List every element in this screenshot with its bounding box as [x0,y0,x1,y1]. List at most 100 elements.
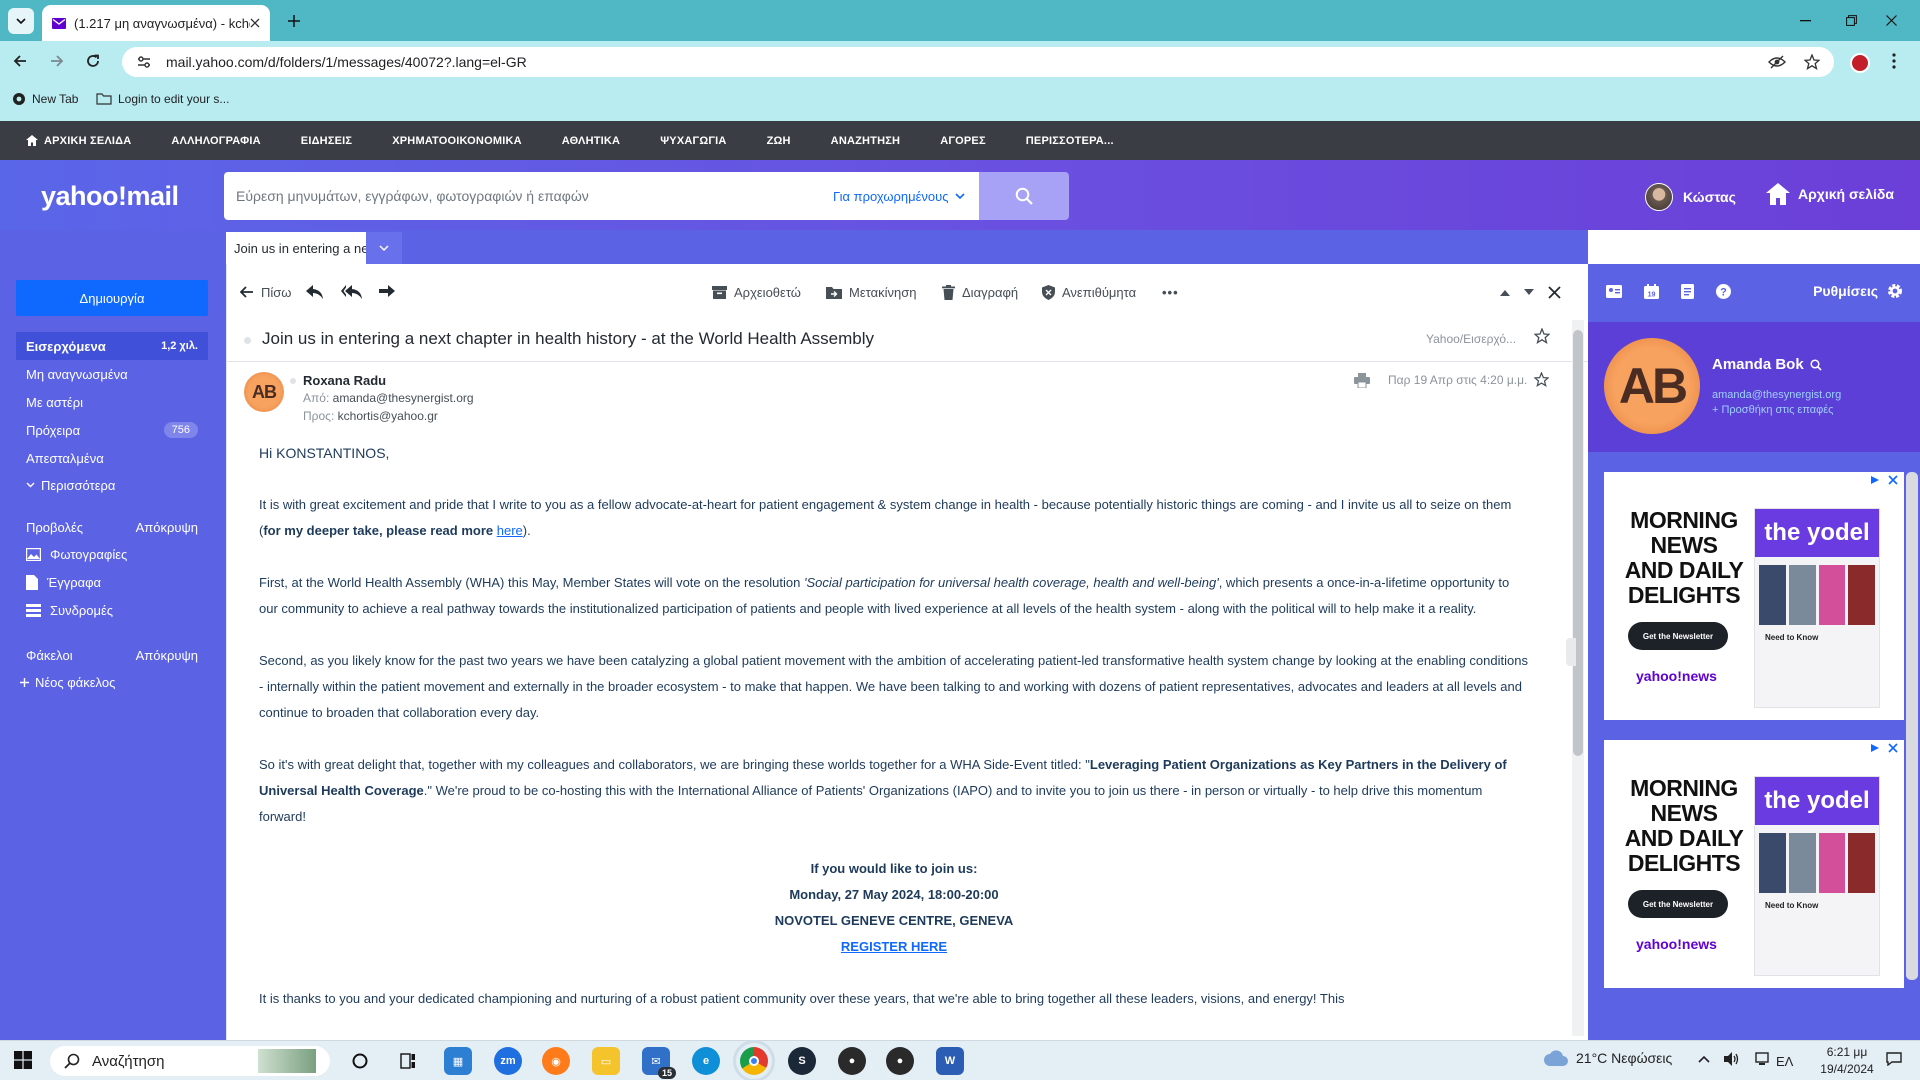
browser-tab-active[interactable]: (1.217 μη αναγνωσμένα) - kchortis@yahoo.… [42,5,270,41]
folder-more[interactable]: Περισσότερα [16,471,208,499]
app-icon-2[interactable]: ● [886,1047,914,1075]
views-hide-link[interactable]: Απόκρυψη [136,520,198,535]
email-tab-menu[interactable] [366,232,402,264]
notepad-icon[interactable] [1681,283,1694,299]
ad-banner-1[interactable]: MORNING NEWS AND DAILY DELIGHTS Get the … [1604,472,1904,720]
tray-icons[interactable] [1698,1052,1770,1066]
start-button[interactable] [14,1051,32,1069]
file-explorer-icon[interactable]: ▭ [592,1047,620,1075]
zoom-icon[interactable]: zm [494,1047,522,1075]
profile-avatar[interactable] [1850,53,1870,73]
folder-sent[interactable]: Απεσταλμένα [16,444,208,472]
close-icon[interactable] [250,18,260,28]
steam-icon[interactable]: S [788,1047,816,1075]
contact-email[interactable]: amanda@thesynergist.org [1712,389,1841,401]
task-view-button[interactable] [346,1047,374,1075]
ad-choices-icon[interactable] [1870,475,1880,485]
microsoft-store-icon[interactable]: ▦ [444,1047,472,1075]
ad-cta-button[interactable]: Get the Newsletter [1628,622,1728,650]
browser-menu-button[interactable] [1892,53,1896,69]
firefox-icon[interactable]: ◉ [542,1047,570,1075]
more-actions-button[interactable]: ••• [1162,285,1179,300]
ad-cta-button[interactable]: Get the Newsletter [1628,890,1728,918]
advanced-search-button[interactable]: Για προχωρημένους [833,172,965,220]
home-link[interactable]: Αρχική σελίδα [1766,183,1894,205]
reload-button[interactable] [85,53,101,69]
back-button[interactable]: Πίσω [240,285,291,300]
new-folder-button[interactable]: Νέος φάκελος [20,675,115,690]
folder-inbox[interactable]: Εισερχόμενα 1,2 χιλ. [16,332,208,360]
yahoo-mail-logo[interactable]: yahoo!mail [41,181,179,212]
weather-widget[interactable]: 21°C Νεφώσεις [1544,1050,1672,1066]
view-photos[interactable]: Φωτογραφίες [26,547,127,562]
bookmark-new-tab[interactable]: New Tab [12,92,78,106]
eye-off-icon[interactable] [1768,55,1786,69]
ad-close-icon[interactable] [1888,743,1898,753]
app-icon-1[interactable]: ● [838,1047,866,1075]
nav-more[interactable]: ΠΕΡΙΣΣΟΤΕΡΑ... [1026,135,1114,147]
rail-scrollbar[interactable] [1906,472,1918,980]
chrome-icon[interactable] [733,1040,775,1080]
close-window-button[interactable] [1862,0,1920,41]
nav-mail[interactable]: ΑΛΛΗΛΟΓΡΑΦΙΑ [171,135,260,147]
reply-all-button[interactable] [341,285,363,299]
close-message-button[interactable] [1548,285,1561,299]
message-scrollbar-thumb[interactable] [1573,330,1583,756]
nav-entertainment[interactable]: ΨΥΧΑΓΩΓΙΑ [660,135,726,147]
edge-icon[interactable]: e [692,1047,720,1075]
user-profile[interactable]: Κώστας [1645,183,1736,211]
nav-finance[interactable]: ΧΡΗΜΑΤΟΟΙΚΟΝΟΜΙΚΑ [392,135,522,147]
ad-banner-2[interactable]: MORNING NEWS AND DAILY DELIGHTS Get the … [1604,740,1904,988]
read-more-link[interactable]: here [497,523,523,538]
tab-search-button[interactable] [8,8,34,34]
help-icon[interactable]: ? [1716,283,1731,299]
nav-sports[interactable]: ΑΘΛΗΤΙΚΑ [562,135,620,147]
nav-search[interactable]: ΑΝΑΖΗΤΗΣΗ [831,135,901,147]
sender-name[interactable]: Roxana Radu [303,373,386,388]
calendar-icon[interactable]: 19 [1644,283,1659,299]
contact-avatar[interactable]: AB [1604,338,1700,434]
sender-avatar[interactable]: AB [244,372,284,412]
folder-drafts[interactable]: Πρόχειρα 756 [16,416,208,444]
star-icon[interactable] [1534,372,1549,387]
new-tab-button[interactable] [282,9,306,33]
ad-choices-icon[interactable] [1870,743,1880,753]
previous-message-button[interactable] [1500,289,1510,296]
nav-news[interactable]: ΕΙΔΗΣΕΙΣ [301,135,352,147]
bookmark-login[interactable]: Login to edit your s... [96,92,229,106]
back-nav-button[interactable] [12,53,28,69]
register-link[interactable]: REGISTER HERE [841,939,947,954]
nav-shopping[interactable]: ΑΓΟΡΕΣ [940,135,986,147]
contact-name[interactable]: Amanda Bok [1712,356,1822,373]
view-subscriptions[interactable]: Συνδρομές [26,603,113,618]
settings-button[interactable]: Ρυθμίσεις [1813,282,1904,300]
language-indicator[interactable]: ΕΛ [1776,1054,1793,1069]
reply-button[interactable] [306,285,324,299]
mail-app-icon[interactable]: ✉ 15 [642,1047,676,1079]
forward-button[interactable] [378,285,396,299]
widgets-button[interactable] [394,1047,422,1075]
folder-unread[interactable]: Μη αναγνωσμένα [16,360,208,388]
nav-life[interactable]: ΖΩΗ [767,135,791,147]
taskbar-search[interactable]: Αναζήτηση [50,1046,330,1076]
add-contact-link[interactable]: + Προσθήκη στις επαφές [1712,404,1833,416]
forward-nav-button[interactable] [49,53,65,69]
nav-home[interactable]: ΑΡΧΙΚΗ ΣΕΛΙΔΑ [26,135,131,147]
site-info-icon[interactable] [136,55,152,69]
next-message-button[interactable] [1524,288,1534,296]
email-tab[interactable]: Join us in entering a next chapter in he… [226,232,366,264]
clock[interactable]: 6:21 μμ 19/4/2024 [1812,1044,1882,1078]
to-address[interactable]: kchortis@yahoo.gr [338,409,438,423]
address-bar[interactable]: mail.yahoo.com/d/folders/1/messages/4007… [122,47,1834,77]
bookmark-star-icon[interactable] [1804,54,1820,70]
move-button[interactable]: Μετακίνηση [826,285,916,300]
folder-starred[interactable]: Με αστέρι [16,388,208,416]
star-icon[interactable] [1534,328,1550,344]
search-button[interactable] [979,172,1069,220]
from-address[interactable]: amanda@thesynergist.org [333,391,474,405]
compose-button[interactable]: Δημιουργία [16,280,208,316]
word-icon[interactable]: W [936,1047,964,1075]
ad-close-icon[interactable] [1888,475,1898,485]
collapse-rail-handle[interactable] [1566,638,1576,666]
archive-button[interactable]: Αρχειοθετώ [712,285,801,300]
